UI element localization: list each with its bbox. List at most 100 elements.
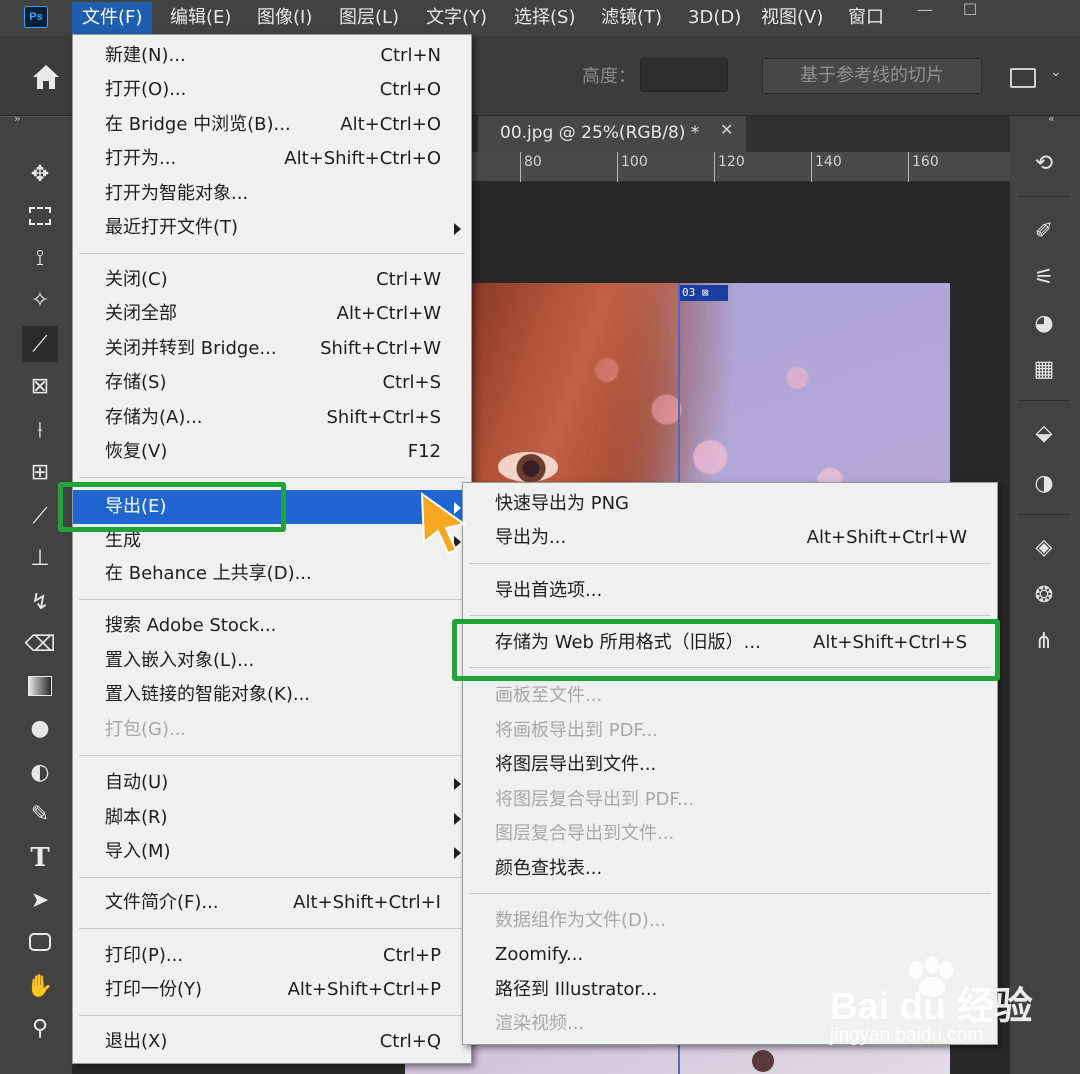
slice-badge[interactable]: 03 ⊠: [680, 285, 728, 301]
menu-separator: [79, 599, 465, 600]
menu-filter[interactable]: 滤镜(T): [591, 2, 672, 34]
menu-item-export-as[interactable]: 导出为... Alt+Shift+Ctrl+W: [463, 521, 997, 555]
menu-item-revert[interactable]: 恢复(V) F12: [73, 435, 471, 469]
menu-item-artboards-to-pdf: 将画板导出到 PDF...: [495, 720, 659, 741]
menu-item-place-embedded[interactable]: 置入嵌入对象(L)...: [73, 644, 471, 678]
magic-wand-icon[interactable]: ✧: [22, 282, 58, 318]
menu-item-search-adobe-stock[interactable]: 搜索 Adobe Stock...: [73, 609, 471, 643]
menu-item-layer-comps-to-pdf: 将图层复合导出到 PDF...: [495, 789, 695, 810]
height-label: 高度：: [582, 66, 636, 87]
watermark-brand: Bai du 经验: [830, 986, 1033, 1028]
home-icon[interactable]: [30, 62, 62, 92]
marquee-icon[interactable]: [22, 198, 58, 234]
brush-icon[interactable]: ⟋: [22, 498, 58, 534]
document-tab[interactable]: 00.jpg @ 25%(RGB/8) *: [478, 116, 746, 152]
menu-separator: [469, 615, 991, 616]
menu-item-share-behance[interactable]: 在 Behance 上共享(D)...: [73, 557, 471, 591]
menu-item-scripts[interactable]: 脚本(R): [73, 801, 471, 835]
collapse-panel-icon[interactable]: «: [1048, 112, 1055, 125]
eyedropper-icon[interactable]: ⟊: [22, 412, 58, 448]
menu-item-import[interactable]: 导入(M): [73, 835, 471, 869]
menu-item-exit[interactable]: 退出(X) Ctrl+Q: [73, 1025, 471, 1059]
swatches-grid-icon[interactable]: ▦: [1026, 352, 1062, 386]
layers-icon[interactable]: ◈: [1026, 530, 1062, 564]
menu-separator: [79, 1015, 465, 1016]
hand-icon[interactable]: ✋: [22, 968, 58, 1004]
channels-icon[interactable]: ❂: [1026, 578, 1062, 612]
menu-item-print-one-copy[interactable]: 打印一份(Y) Alt+Shift+Ctrl+P: [73, 973, 471, 1007]
move-icon[interactable]: ✥: [22, 156, 58, 192]
menu-window[interactable]: 窗口: [838, 2, 894, 34]
panel-separator: [1018, 514, 1070, 515]
menu-item-save-as[interactable]: 存储为(A)... Shift+Ctrl+S: [73, 401, 471, 435]
menu-item-new[interactable]: 新建(N)... Ctrl+N: [73, 39, 471, 73]
menu-item-open[interactable]: 打开(O)... Ctrl+O: [73, 73, 471, 107]
menu-item-place-linked[interactable]: 置入链接的智能对象(K)...: [73, 678, 471, 712]
menu-item-save[interactable]: 存储(S) Ctrl+S: [73, 366, 471, 400]
annotation-box-save-for-web: [452, 619, 1000, 681]
image-hair: [440, 283, 680, 483]
menu-item-close-all[interactable]: 关闭全部 Alt+Ctrl+W: [73, 297, 471, 331]
stamp-icon[interactable]: ⊥: [22, 540, 58, 576]
menu-item-open-as[interactable]: 打开为... Alt+Shift+Ctrl+O: [73, 142, 471, 176]
menu-edit[interactable]: 编辑(E): [160, 2, 241, 34]
adjustments-icon[interactable]: ⚟: [1026, 260, 1062, 294]
history-brush-icon[interactable]: ↯: [22, 584, 58, 620]
panel-toggle-icon[interactable]: [1010, 68, 1036, 88]
pen-icon[interactable]: ✎: [22, 796, 58, 832]
mouse-cursor-icon: [420, 491, 467, 555]
menu-layer[interactable]: 图层(L): [329, 2, 409, 34]
slice-icon[interactable]: ⟋: [22, 326, 58, 362]
menu-image[interactable]: 图像(I): [247, 2, 322, 34]
history-panel-icon[interactable]: ⟲: [1026, 146, 1062, 180]
height-input[interactable]: [640, 58, 728, 92]
lasso-icon[interactable]: ⟟: [22, 240, 58, 276]
menu-item-browse-bridge[interactable]: 在 Bridge 中浏览(B)... Alt+Ctrl+O: [73, 108, 471, 142]
menu-item-color-lookup-tables[interactable]: 颜色查找表...: [463, 852, 997, 886]
minimize-button[interactable]: —: [910, 0, 940, 22]
menu-item-close-go-bridge[interactable]: 关闭并转到 Bridge... Shift+Ctrl+W: [73, 332, 471, 366]
eraser-icon[interactable]: ⌫: [22, 626, 58, 662]
shape-icon[interactable]: [22, 924, 58, 960]
path-select-icon[interactable]: ➤: [22, 882, 58, 918]
menu-view[interactable]: 视图(V): [751, 2, 833, 34]
gradient-icon[interactable]: [22, 668, 58, 704]
menu-item-print[interactable]: 打印(P)... Ctrl+P: [73, 939, 471, 973]
menu-select[interactable]: 选择(S): [504, 2, 585, 34]
chevron-down-icon[interactable]: ⌄: [1050, 64, 1062, 80]
brush-settings-icon[interactable]: ✐: [1026, 214, 1062, 248]
menu-type[interactable]: 文字(Y): [416, 2, 497, 34]
3d-panel-icon[interactable]: ⬙: [1026, 416, 1062, 450]
menu-file[interactable]: 文件(F): [72, 2, 153, 34]
menu-item-close[interactable]: 关闭(C) Ctrl+W: [73, 263, 471, 297]
menu-item-export-preferences[interactable]: 导出首选项...: [463, 574, 997, 608]
slices-from-guides-button[interactable]: 基于参考线的切片: [762, 58, 982, 94]
patch-icon[interactable]: ⊞: [22, 454, 58, 490]
menu-separator: [469, 563, 991, 564]
blur-icon[interactable]: ●: [22, 710, 58, 746]
panel-separator: [1018, 196, 1070, 197]
dodge-icon[interactable]: ◐: [22, 754, 58, 790]
menu-separator: [79, 253, 465, 254]
menu-3d[interactable]: 3D(D): [678, 2, 751, 34]
menu-separator: [79, 755, 465, 756]
ruler-tick: 140: [811, 152, 842, 182]
collapse-panel-icon[interactable]: »: [14, 112, 21, 125]
menu-item-file-info[interactable]: 文件简介(F)... Alt+Shift+Ctrl+I: [73, 886, 471, 920]
paths-icon[interactable]: ⋔: [1026, 624, 1062, 658]
menu-item-open-smart-object[interactable]: 打开为智能对象...: [73, 177, 471, 211]
submenu-arrow-icon: [454, 847, 461, 859]
menu-item-layers-to-files[interactable]: 将图层导出到文件...: [463, 748, 997, 782]
frame-icon[interactable]: ⊠: [22, 368, 58, 404]
submenu-arrow-icon: [454, 813, 461, 825]
submenu-arrow-icon: [454, 778, 461, 790]
color-palette-icon[interactable]: ◕: [1026, 306, 1062, 340]
menu-item-quick-export-png[interactable]: 快速导出为 PNG: [463, 487, 997, 521]
menu-item-recent-files[interactable]: 最近打开文件(T): [73, 211, 471, 245]
maximize-button[interactable]: ☐: [955, 0, 985, 22]
type-icon[interactable]: T: [22, 840, 58, 876]
adjustment-layer-icon[interactable]: ◑: [1026, 466, 1062, 500]
zoom-icon[interactable]: ⚲: [22, 1010, 58, 1046]
menu-item-automate[interactable]: 自动(U): [73, 766, 471, 800]
close-icon[interactable]: ✕: [720, 120, 733, 139]
